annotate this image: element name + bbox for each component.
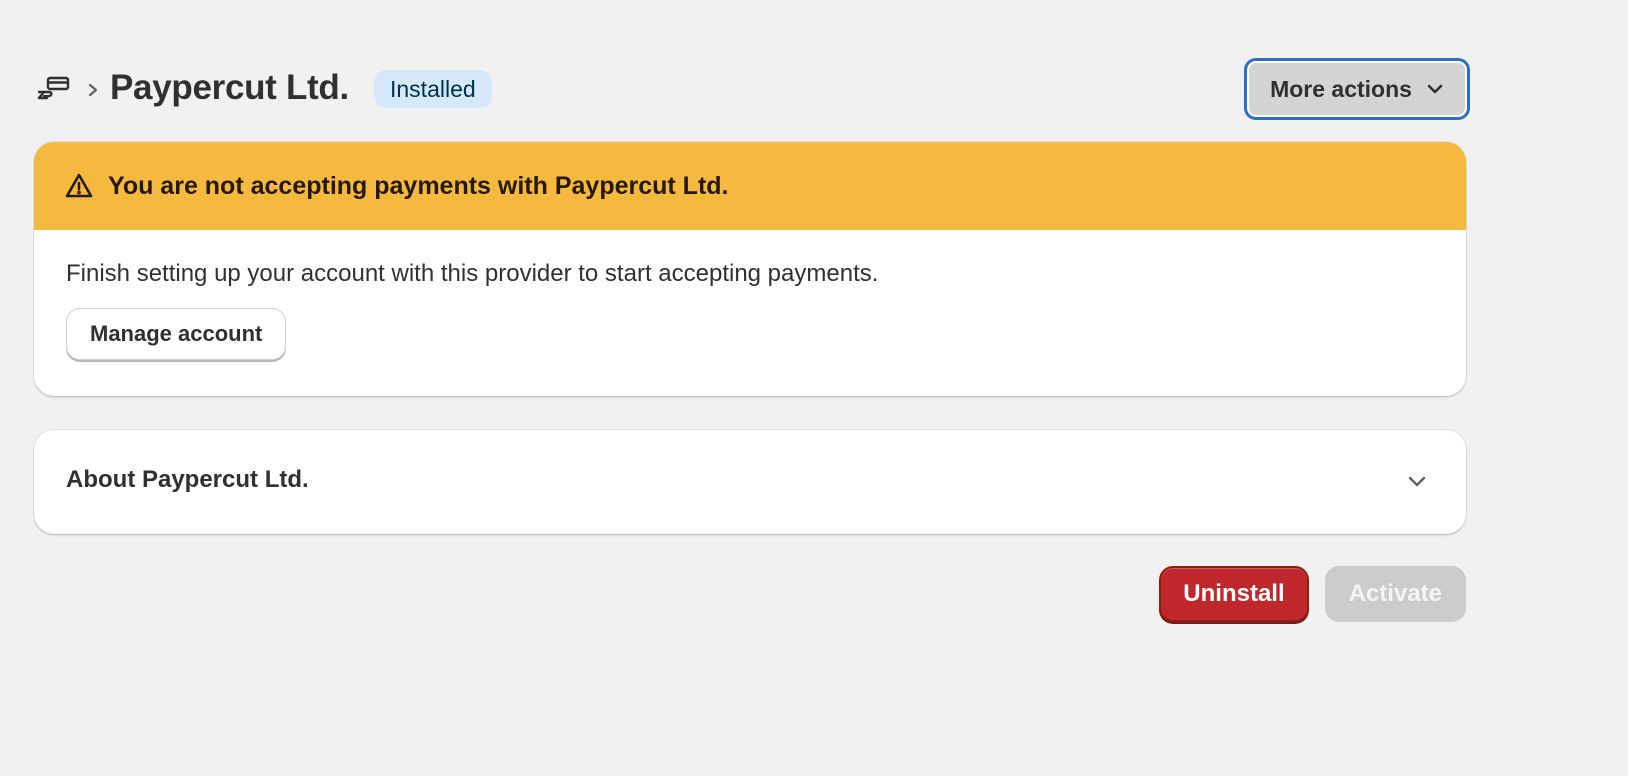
page: Paypercut Ltd. Installed More actions Yo…: [0, 0, 1628, 776]
page-title: Paypercut Ltd.: [110, 68, 349, 107]
more-actions-button[interactable]: More actions: [1244, 58, 1470, 120]
activate-button: Activate: [1324, 566, 1466, 622]
status-badge: Installed: [374, 70, 492, 108]
footer-actions: Uninstall Activate: [1159, 566, 1466, 622]
chevron-right-icon: [86, 82, 100, 98]
page-header: Paypercut Ltd. Installed More actions: [34, 58, 1470, 120]
uninstall-button[interactable]: Uninstall: [1159, 566, 1309, 622]
alert-triangle-icon: [65, 173, 93, 198]
setup-warning-card: You are not accepting payments with Payp…: [34, 142, 1466, 396]
warning-card-body: Finish setting up your account with this…: [34, 230, 1466, 390]
chevron-down-icon[interactable]: [1406, 470, 1428, 492]
warning-banner-title: You are not accepting payments with Payp…: [108, 171, 729, 200]
manage-account-button[interactable]: Manage account: [66, 308, 287, 360]
about-card-title: About Paypercut Ltd.: [66, 466, 309, 493]
payments-hand-icon[interactable]: [36, 75, 72, 103]
setup-instructions-text: Finish setting up your account with this…: [66, 260, 879, 287]
more-actions-label: More actions: [1270, 75, 1412, 102]
about-card[interactable]: About Paypercut Ltd.: [34, 430, 1466, 534]
warning-banner: You are not accepting payments with Payp…: [34, 142, 1466, 230]
chevron-down-icon: [1427, 84, 1443, 94]
